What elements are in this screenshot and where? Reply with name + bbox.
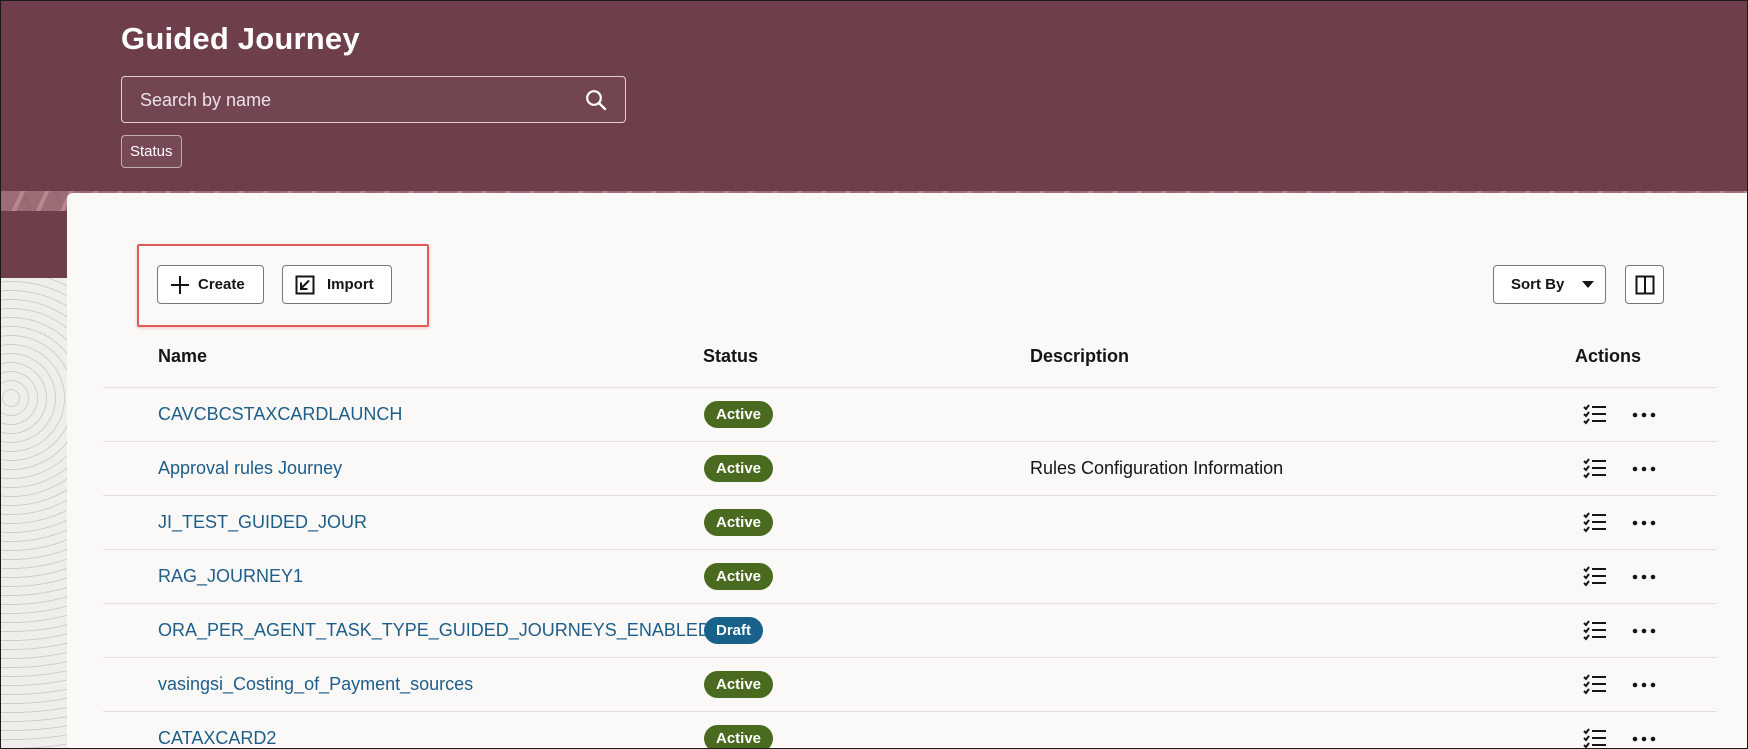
status-badge: Active [704,401,774,428]
checklist-icon[interactable] [1583,620,1607,642]
status-badge: Active [704,671,774,698]
table-row: CATAXCARD2 Active [103,711,1717,749]
journey-name-link[interactable]: JI_TEST_GUIDED_JOUR [158,512,367,533]
table-row: CAVCBCSTAXCARDLAUNCH Active [103,387,1717,442]
table-row: RAG_JOURNEY1 Active [103,549,1717,604]
journey-name-link[interactable]: vasingsi_Costing_of_Payment_sources [158,674,473,695]
status-badge: Active [704,509,774,536]
column-header-name: Name [158,346,208,366]
highlight-box [137,244,429,327]
checklist-icon[interactable] [1583,458,1607,480]
journey-name-link[interactable]: CAVCBCSTAXCARDLAUNCH [158,404,402,425]
checklist-icon[interactable] [1583,566,1607,588]
more-options-icon[interactable] [1631,404,1657,426]
status-badge: Active [704,725,774,748]
caret-down-icon [1582,280,1595,288]
column-header-description: Description [1030,346,1130,366]
search-icon[interactable] [585,89,607,111]
journey-description: Rules Configuration Information [1030,458,1284,478]
more-options-icon[interactable] [1631,512,1657,534]
sort-by-label: Sort By [1511,276,1565,293]
search-box[interactable] [121,76,626,124]
more-options-icon[interactable] [1631,458,1657,480]
journey-name-link[interactable]: RAG_JOURNEY1 [158,566,303,587]
checklist-icon[interactable] [1583,674,1607,696]
journey-name-link[interactable]: ORA_PER_AGENT_TASK_TYPE_GUIDED_JOURNEYS_… [158,620,711,641]
table-row: Approval rules Journey Active Rules Conf… [103,441,1717,496]
status-filter-chip[interactable]: Status [121,135,182,168]
split-view-icon [1635,275,1654,294]
journey-name-link[interactable]: CATAXCARD2 [158,728,276,748]
table-row: vasingsi_Costing_of_Payment_sources Acti… [103,657,1717,712]
column-header-actions: Actions [1575,346,1642,366]
page-title: Guided Journey [121,21,360,56]
status-badge: Active [704,455,774,482]
sort-by-button[interactable]: Sort By [1493,265,1606,304]
checklist-icon[interactable] [1583,512,1607,534]
column-header-status: Status [703,346,759,366]
layout-toggle-button[interactable] [1625,265,1664,304]
status-badge: Draft [704,617,764,644]
more-options-icon[interactable] [1631,728,1657,749]
more-options-icon[interactable] [1631,620,1657,642]
table-row: ORA_PER_AGENT_TASK_TYPE_GUIDED_JOURNEYS_… [103,603,1717,658]
more-options-icon[interactable] [1631,566,1657,588]
topographic-background [1,278,71,748]
journey-name-link[interactable]: Approval rules Journey [158,458,342,479]
status-badge: Active [704,563,774,590]
checklist-icon[interactable] [1583,728,1607,749]
search-input[interactable] [138,77,572,124]
checklist-icon[interactable] [1583,404,1607,426]
more-options-icon[interactable] [1631,674,1657,696]
table-row: JI_TEST_GUIDED_JOUR Active [103,495,1717,550]
app-frame: Guided Journey Status Create [0,0,1748,749]
